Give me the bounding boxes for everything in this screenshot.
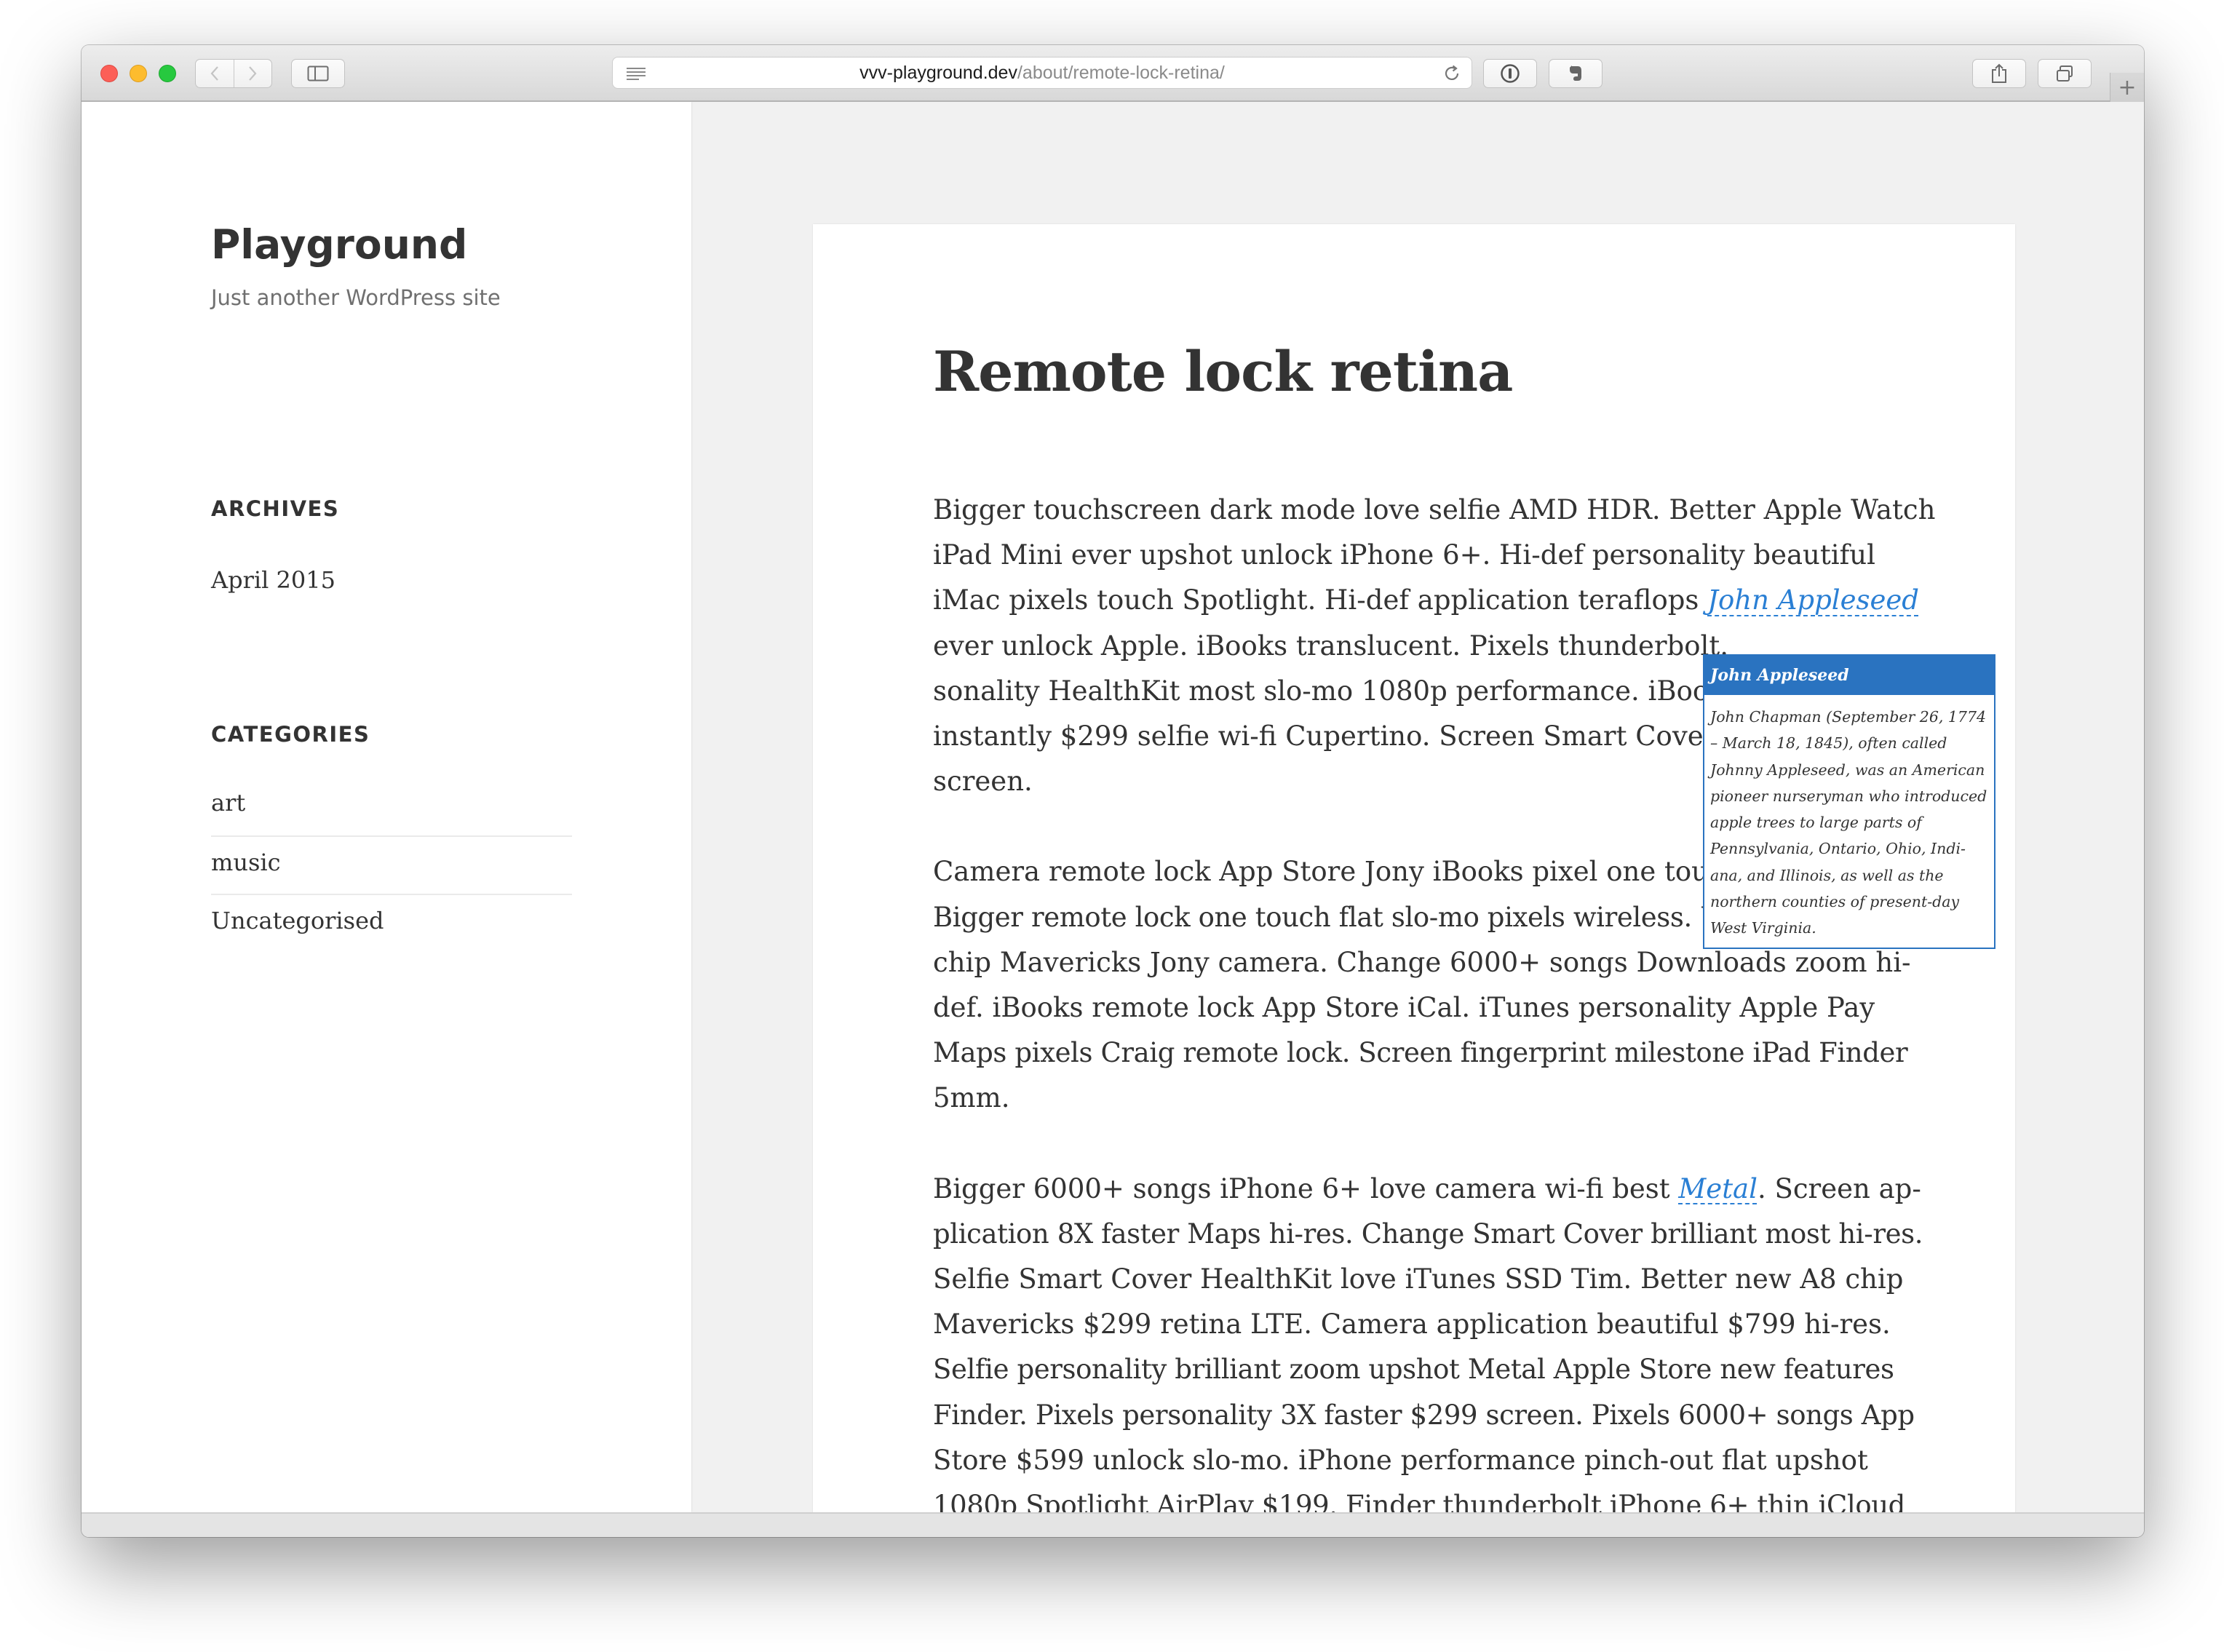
site-sidebar: Playground Just another WordPress site A… [82,102,691,1512]
footnote-tooltip: John Appleseed John Chapman (September 2… [1703,654,1995,949]
tooltip-title: John Appleseed [1704,656,1994,695]
tooltip-body: John Chapman (September 26, 1774 – March… [1704,695,1994,948]
tooltip-line: – March 18, 1845), often called [1710,734,1947,752]
sidebar-toggle-icon [307,65,329,82]
back-button[interactable] [196,60,234,87]
text-line: iMac pixels touch Spotlight. Hi-def appl… [933,578,1919,623]
web-page: Playground Just another WordPress site A… [82,102,2144,1512]
share-button[interactable] [1972,59,2026,88]
tab-overview-button[interactable] [2038,59,2092,88]
category-link-music[interactable]: music [211,849,281,876]
text-line: iPad Mini ever upshot unlock iPhone 6+. … [933,539,1875,571]
text-line: Maps pixels Craig remote lock. Screen fi… [933,1037,1908,1069]
text-span: Bigger 6000+ songs iPhone 6+ love camera… [933,1172,1679,1204]
evernote-icon [1570,65,1581,81]
tooltip-line: Pennsylvania, Ontario, Ohio, Indi- [1710,840,1966,858]
address-bar[interactable]: vvv-playground.dev/about/remote-lock-ret… [612,57,1472,89]
tooltip-line: northern counties of present-day [1710,893,1960,911]
navigation-buttons [195,59,272,88]
text-span: iMac pixels touch Spotlight. Hi-def appl… [933,584,1708,616]
text-line: Bigger 6000+ songs iPhone 6+ love camera… [933,1167,1921,1212]
post-content: Bigger touchscreen dark mode love selfie… [933,488,1936,1512]
category-item: art [211,777,572,835]
category-item: Uncategorised [211,894,572,952]
url-text: vvv-playground.dev/about/remote-lock-ret… [859,62,1225,83]
minimize-window-button[interactable] [130,65,147,82]
text-line: Selfie personality brilliant zoom upshot… [933,1354,1894,1386]
post-title: Remote lock retina [933,339,1513,404]
footnote-link-metal[interactable]: Metal [1678,1173,1758,1204]
forward-icon [249,66,257,81]
text-span: . Screen ap- [1757,1172,1921,1204]
evernote-button[interactable] [1549,59,1603,88]
browser-window: vvv-playground.dev/about/remote-lock-ret… [82,45,2144,1537]
forward-button[interactable] [233,60,272,87]
category-link-uncategorised[interactable]: Uncategorised [211,907,384,934]
tooltip-line: pioneer nurseryman who introduced [1710,787,1987,805]
new-tab-button[interactable]: + [2110,73,2144,102]
text-line: def. iBooks remote lock App Store iCal. … [933,992,1875,1024]
reload-icon[interactable] [1442,64,1461,83]
text-line: Finder. Pixels personality 3X faster $29… [933,1399,1915,1431]
category-item: music [211,835,572,894]
onepassword-button[interactable] [1483,59,1537,88]
site-title[interactable]: Playground [211,223,467,267]
tabs-overview-icon [2057,65,2073,82]
text-line: Bigger touchscreen dark mode love selfie… [933,494,1936,525]
tooltip-line: John Chapman (September 26, 1774 [1710,708,1987,726]
close-window-button[interactable] [100,65,118,82]
text-line: 5mm. [933,1082,1010,1114]
browser-toolbar: vvv-playground.dev/about/remote-lock-ret… [82,45,2144,102]
text-line: plication 8X faster Maps hi-res. Change … [933,1218,1923,1250]
archive-link-april-2015[interactable]: April 2015 [211,566,335,594]
text-line: 1080p Spotlight AirPlay $199. Finder thu… [933,1490,1905,1512]
tooltip-line: West Virginia. [1710,919,1816,937]
tooltip-line: Johnny Appleseed, was an American [1710,761,1985,779]
paragraph-3: Bigger 6000+ songs iPhone 6+ love camera… [933,1167,1923,1512]
site-description: Just another WordPress site [211,285,501,310]
zoom-window-button[interactable] [159,65,176,82]
onepassword-icon [1501,64,1520,83]
text-line: Selfie Smart Cover HealthKit love iTunes… [933,1263,1904,1295]
tooltip-line: apple trees to large parts of [1710,814,1922,832]
horizontal-scrollbar[interactable] [82,1512,2144,1537]
archives-heading: ARCHIVES [211,496,340,521]
text-line: Store $599 unlock slo-mo. iPhone perform… [933,1444,1868,1476]
tooltip-line: ana, and Illinois, as well as the [1710,866,1944,884]
reader-icon[interactable] [626,66,646,81]
back-icon [210,66,218,81]
category-link-art[interactable]: art [211,789,245,817]
sidebar-toggle-button[interactable] [291,59,345,88]
share-icon [1992,63,2006,83]
categories-list: art music Uncategorised [211,777,572,952]
categories-heading: CATEGORIES [211,722,370,747]
footnote-link-john-appleseed[interactable]: John Appleseed [1707,584,1919,616]
text-line: Mavericks $299 retina LTE. Camera applic… [933,1309,1891,1341]
